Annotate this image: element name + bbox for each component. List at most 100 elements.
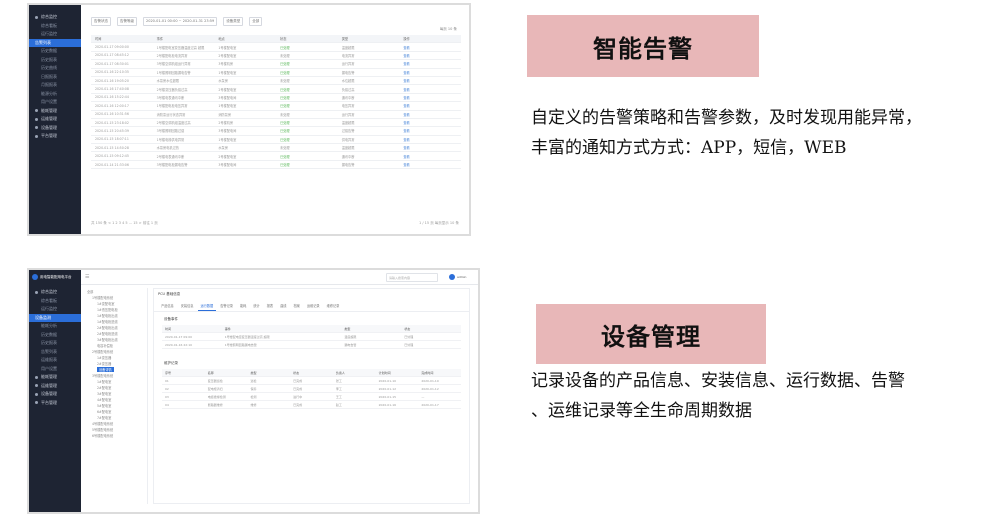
view-link[interactable]: 查看 (399, 53, 461, 58)
sidebar-item[interactable]: 用户设置 (29, 98, 81, 107)
pagination-left[interactable]: 共 150 条 < 1 2 3 4 5 ... 15 > 前往 1 页 (91, 221, 158, 226)
sidebar-item[interactable]: 能耗分析 (29, 322, 81, 331)
tab-item[interactable]: 运行数据 (197, 301, 217, 311)
menu-group-icon (35, 290, 38, 294)
tab-item[interactable]: 告警记录 (217, 301, 236, 311)
table-cell: 02 (165, 386, 169, 391)
sidebar-item[interactable]: 历史报表 (29, 56, 81, 65)
table-cell: 2020-01-17 09:00 (165, 334, 193, 339)
sidebar-item[interactable]: 月报报表 (29, 81, 81, 90)
sidebar-item[interactable]: 告警列表 (29, 38, 81, 47)
sidebar-item[interactable]: 能耗管理 (29, 373, 81, 382)
table-cell: 通讯中断 (341, 154, 355, 159)
sidebar-item[interactable]: 历史报表 (29, 339, 81, 348)
search-input[interactable]: 请输入搜索内容 (386, 273, 438, 282)
filter-field[interactable]: 全部 (249, 16, 263, 26)
sidebar-item[interactable]: 能源分析 (29, 90, 81, 99)
sidebar-item[interactable]: 平台管理 (29, 132, 81, 141)
sidebar-item[interactable]: 历史数据 (29, 47, 81, 56)
sidebar-item-label: 综合看板 (41, 297, 57, 303)
table-row: 2020-01-16 22:10 1号楼照明回路漏电告警 漏电告警 已处理 (162, 341, 461, 349)
view-link[interactable]: 查看 (399, 95, 461, 100)
sidebar-item-label: 用户设置 (41, 365, 57, 371)
tree-node-label: 5号楼配电系统 (92, 427, 114, 432)
table-cell: 2号楼电表通讯中断 (156, 154, 185, 159)
sidebar-item[interactable]: 平台管理 (29, 399, 81, 408)
filter-bar: 告警状态 告警等级 2020-01-01 00:00 ~ 2020-01-31 23… (91, 15, 459, 27)
tab-item[interactable]: 维修记录 (324, 301, 343, 311)
view-link[interactable]: 查看 (399, 45, 461, 50)
column-header: 完成时间 (421, 370, 434, 375)
sidebar-item[interactable]: 运维管理 (29, 115, 81, 124)
tab-item[interactable]: 安装信息 (178, 301, 197, 311)
table-cell: 已完成 (293, 378, 303, 383)
view-link[interactable]: 查看 (399, 162, 461, 167)
table-cell: 漏电告警 (341, 70, 355, 75)
user-menu[interactable]: admin (449, 273, 473, 280)
table-cell: 1号楼配电室变压器温度过高 超限 (224, 334, 270, 339)
sidebar-item[interactable]: 设备监测 (29, 313, 81, 322)
sidebar-item[interactable]: 综合监控 (29, 13, 81, 22)
table-cell: 2020-01-17 09:00:00 (95, 45, 129, 50)
sidebar-item[interactable]: 告警列表 (29, 348, 81, 357)
tree-node[interactable]: 6号楼配电系统 (85, 432, 147, 438)
view-link[interactable]: 查看 (399, 70, 461, 75)
table-cell: 通讯中断 (341, 95, 355, 100)
column-header: 时间 (95, 37, 102, 42)
table-cell: 2020-01-12 (378, 386, 397, 391)
tab-item[interactable]: 运维记录 (304, 301, 323, 311)
sidebar-item[interactable]: 历史曲线 (29, 64, 81, 73)
pagination[interactable]: 共 150 条 < 1 2 3 4 5 ... 15 > 前往 1 页 1 / … (91, 221, 459, 226)
menu-group-icon (35, 375, 38, 379)
filter-field[interactable]: 设备类型 (223, 16, 244, 26)
filter-field[interactable]: 告警等级 (117, 16, 137, 26)
tab-item[interactable]: 报表 (264, 301, 276, 311)
table-cell: 温度超限 (341, 121, 355, 126)
sidebar-item[interactable]: 能耗管理 (29, 107, 81, 116)
table-cell: 已处理 (280, 137, 290, 142)
tab-item[interactable]: 档案 (291, 301, 303, 311)
sidebar-item[interactable]: 日报报表 (29, 73, 81, 82)
sidebar-item[interactable]: 运维管理 (29, 382, 81, 391)
sidebar-item[interactable]: 综合看板 (29, 297, 81, 306)
table-cell: 2号楼配电室 (218, 154, 237, 159)
sidebar-item[interactable]: 设备管理 (29, 124, 81, 133)
sidebar-item[interactable]: 综合监控 (29, 288, 81, 297)
view-link[interactable]: 查看 (399, 87, 461, 92)
tab-item[interactable]: 统计 (250, 301, 262, 311)
filter-field[interactable]: 2020-01-01 00:00 ~ 2020-01-31 23:59 (143, 16, 218, 26)
smart-alarm-line-2: 丰富的通知方式方式：APP，短信，WEB (531, 138, 847, 158)
view-link[interactable]: 查看 (399, 128, 461, 133)
sidebar-item-label: 平台管理 (41, 133, 57, 139)
filter-field[interactable]: 告警状态 (91, 16, 111, 26)
sidebar-item[interactable]: 设备管理 (29, 390, 81, 399)
page-size-select[interactable]: 每页 10 条 (440, 27, 457, 32)
view-link[interactable]: 查看 (399, 145, 461, 150)
tab-item[interactable]: 曲线 (277, 301, 289, 311)
view-link[interactable]: 查看 (399, 154, 461, 159)
view-link[interactable]: 查看 (399, 120, 461, 125)
menu-toggle-icon[interactable]: ☰ (85, 274, 89, 280)
table-row: 2020-01-15 09:12:45 2号楼电表通讯中断 2号楼配电室 已处理 通讯中… (91, 152, 461, 161)
sidebar-item[interactable]: 运行监控 (29, 30, 81, 39)
table-cell: 维修 (250, 402, 257, 407)
sidebar-item[interactable]: 用户设置 (29, 365, 81, 374)
view-link[interactable]: 查看 (399, 61, 461, 66)
column-header: 负责人 (335, 370, 345, 375)
table-row: 03 电缆绝缘检测 检测 进行中 王工 2020-01-15 — (162, 393, 461, 401)
sidebar-item[interactable]: 历史数据 (29, 331, 81, 340)
sidebar-item[interactable]: 运行监控 (29, 305, 81, 314)
sidebar-item[interactable]: 综合看板 (29, 22, 81, 31)
view-link[interactable]: 查看 (399, 103, 461, 108)
tab-item[interactable]: 产品信息 (158, 301, 177, 311)
view-link[interactable]: 查看 (399, 137, 461, 142)
sidebar-item[interactable]: 运维报表 (29, 356, 81, 365)
view-link[interactable]: 查看 (399, 78, 461, 83)
view-link[interactable]: 查看 (399, 112, 461, 117)
table-cell: 未处理 (280, 146, 290, 151)
sidebar-item-label: 设备监测 (35, 314, 51, 320)
table-cell: 漏电告警 (341, 163, 355, 168)
table-cell: 供电异常 (341, 137, 355, 142)
smart-alarm-description: 自定义的告警策略和告警参数，及时发现用能异常， 丰富的通知方式方式：APP，短信… (531, 103, 991, 163)
tab-item[interactable]: 能耗 (237, 301, 249, 311)
